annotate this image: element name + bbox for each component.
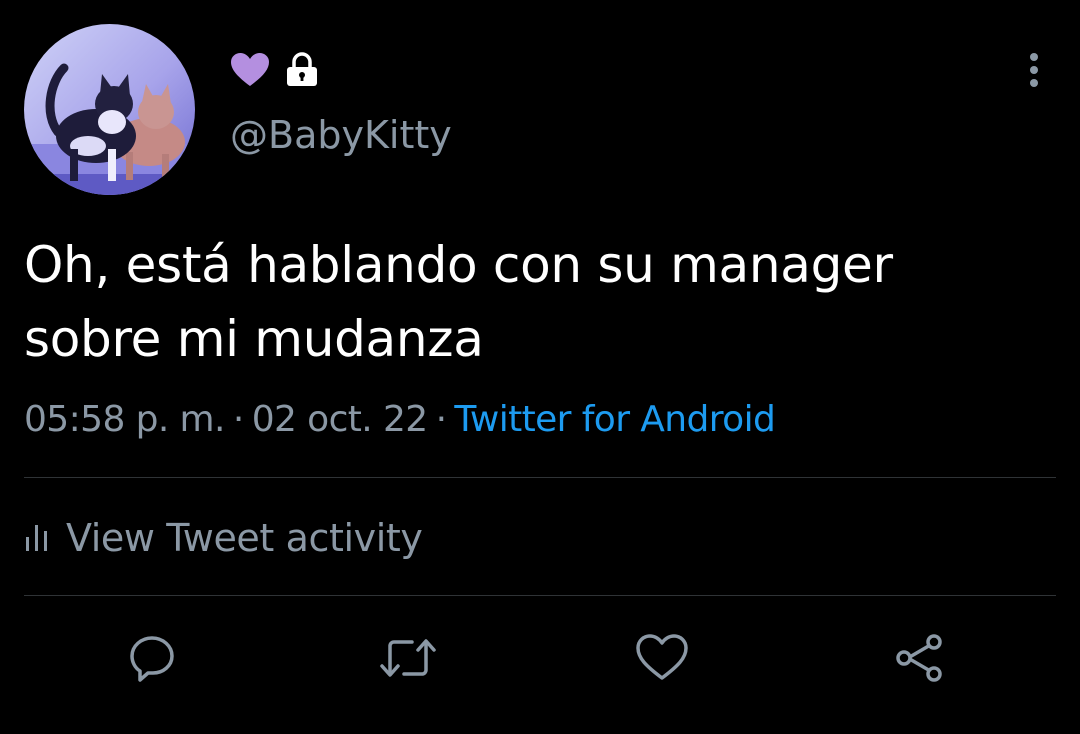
bar-chart-icon: [26, 525, 47, 551]
avatar[interactable]: [24, 24, 195, 195]
divider: [24, 595, 1056, 596]
like-button[interactable]: [632, 628, 692, 688]
lock-icon: [287, 52, 317, 86]
share-button[interactable]: [890, 628, 950, 688]
view-tweet-activity-button[interactable]: View Tweet activity: [24, 510, 423, 566]
view-tweet-activity-label: View Tweet activity: [66, 516, 423, 560]
display-name-row: [230, 50, 320, 90]
avatar-image: [24, 24, 195, 195]
user-handle[interactable]: @BabyKitty: [230, 111, 452, 159]
purple-heart-icon: [231, 53, 269, 86]
reply-button[interactable]: [122, 628, 182, 688]
more-vertical-icon: [1030, 53, 1038, 87]
tweet-source-link[interactable]: Twitter for Android: [454, 399, 775, 440]
divider: [24, 477, 1056, 478]
retweet-button[interactable]: [378, 628, 438, 688]
share-icon: [896, 634, 942, 682]
separator: ·: [435, 398, 447, 440]
more-options-button[interactable]: [1012, 50, 1056, 90]
reply-icon: [130, 636, 174, 682]
retweet-icon: [380, 639, 436, 677]
like-icon: [636, 634, 688, 680]
tweet-text: Oh, está hablando con su manager sobre m…: [24, 236, 893, 368]
tweet-date[interactable]: 02 oct. 22: [252, 399, 428, 440]
tweet-metadata: 05:58 p. m. · 02 oct. 22 · Twitter for A…: [24, 394, 776, 444]
tweet-detail: @BabyKitty Oh, está hablando con su mana…: [0, 0, 1080, 734]
separator: ·: [232, 398, 244, 440]
tweet-time[interactable]: 05:58 p. m.: [24, 399, 225, 440]
